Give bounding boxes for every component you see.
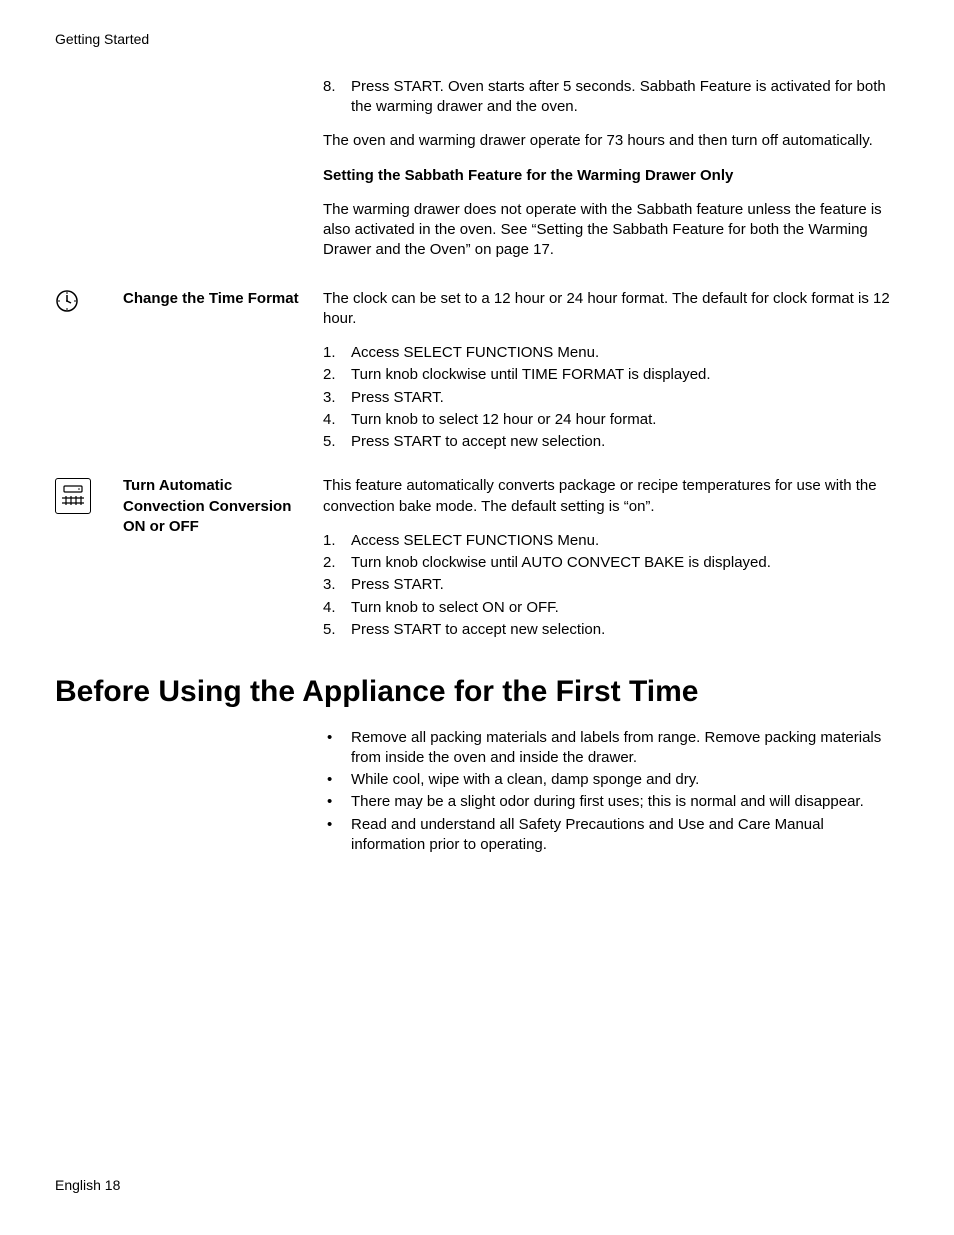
bullet: • [323,792,351,812]
step-number: 8. [323,77,351,97]
step-number: 1. [323,343,351,363]
bullet: • [323,728,351,748]
step-number: 3. [323,575,351,595]
section-before-using: •Remove all packing materials and labels… [55,728,899,858]
step-number: 5. [323,432,351,452]
step-text: Press START to accept new selection. [351,432,605,452]
steps-list: 1.Access SELECT FUNCTIONS Menu. 2.Turn k… [323,343,899,452]
step-text: Press START to accept new selection. [351,620,605,640]
step-number: 2. [323,365,351,385]
step-text: Turn knob clockwise until TIME FORMAT is… [351,365,711,385]
section-auto-convection: Turn Automatic Convection Conversion ON … [55,476,899,654]
step-number: 3. [323,388,351,408]
steps-list: 1.Access SELECT FUNCTIONS Menu. 2.Turn k… [323,531,899,640]
bullet-text: There may be a slight odor during first … [351,792,864,812]
bullet: • [323,815,351,835]
step-number: 1. [323,531,351,551]
bullet-text: Read and understand all Safety Precautio… [351,815,899,856]
bullet: • [323,770,351,790]
paragraph: The warming drawer does not operate with… [323,200,899,261]
intro-paragraph: This feature automatically converts pack… [323,476,899,517]
intro-paragraph: The clock can be set to a 12 hour or 24 … [323,289,899,330]
step-number: 4. [323,598,351,618]
section-label: Turn Automatic Convection Conversion ON … [123,476,308,537]
step-text: Turn knob clockwise until AUTO CONVECT B… [351,553,771,573]
section-sabbath-continuation: 8. Press START. Oven starts after 5 seco… [55,77,899,275]
clock-icon [55,289,79,313]
oven-icon [55,478,91,514]
step-text: Press START. [351,388,444,408]
step-number: 5. [323,620,351,640]
step-text: Access SELECT FUNCTIONS Menu. [351,531,599,551]
step-text: Press START. [351,575,444,595]
step-text: Turn knob to select ON or OFF. [351,598,559,618]
step-text: Access SELECT FUNCTIONS Menu. [351,343,599,363]
step-text: Turn knob to select 12 hour or 24 hour f… [351,410,656,430]
step-text: Press START. Oven starts after 5 seconds… [351,77,899,118]
step-number: 2. [323,553,351,573]
bullet-list: •Remove all packing materials and labels… [323,728,899,856]
paragraph: The oven and warming drawer operate for … [323,131,899,151]
main-heading: Before Using the Appliance for the First… [55,672,899,713]
page-header: Getting Started [55,30,899,49]
bullet-text: While cool, wipe with a clean, damp spon… [351,770,699,790]
bullet-text: Remove all packing materials and labels … [351,728,899,769]
page-footer: English 18 [55,1176,120,1195]
subheading: Setting the Sabbath Feature for the Warm… [323,166,899,186]
section-label: Change the Time Format [123,289,308,309]
section-time-format: Change the Time Format The clock can be … [55,289,899,467]
step-number: 4. [323,410,351,430]
